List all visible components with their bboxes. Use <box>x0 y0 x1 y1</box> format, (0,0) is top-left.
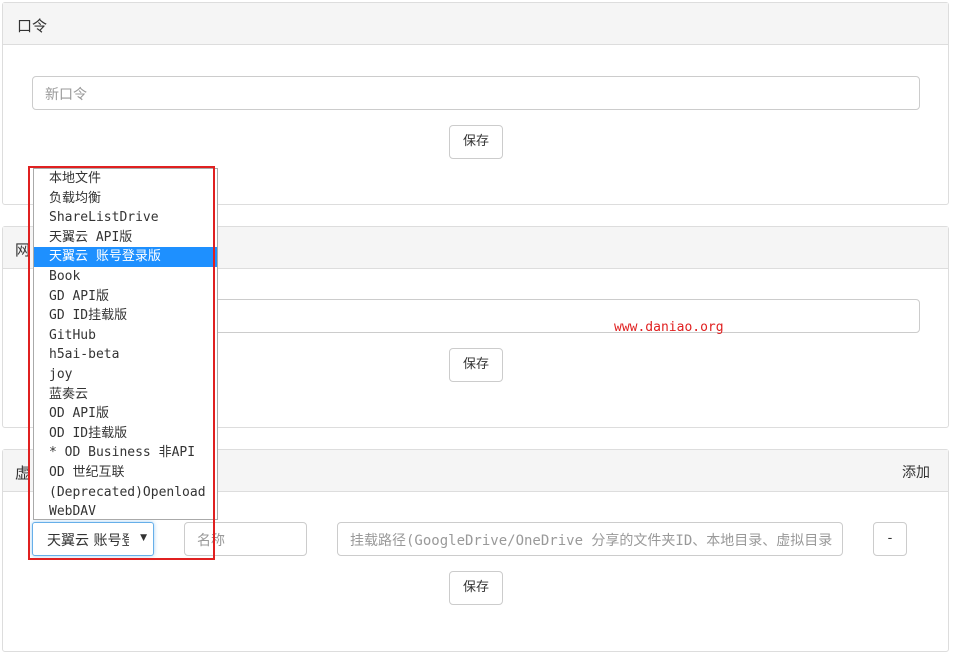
watermark-text: www.daniao.org <box>614 320 724 335</box>
drive-type-dropdown[interactable]: 本地文件 负载均衡 ShareListDrive 天翼云 API版 天翼云 账号登录版 B… <box>33 168 218 520</box>
new-password-input[interactable]: 新口令 <box>32 76 920 110</box>
second-save-button[interactable]: 保存 <box>449 348 503 382</box>
dropdown-option[interactable]: GD API版 <box>34 287 217 307</box>
second-panel-title: 网 <box>15 241 31 259</box>
dropdown-option[interactable]: * OD Business 非API <box>34 443 217 463</box>
virtual-panel-title: 虚 <box>15 464 31 482</box>
dropdown-option[interactable]: WebDAV <box>34 502 217 519</box>
dropdown-option[interactable]: 天翼云 账号登录版 <box>34 247 217 267</box>
password-panel-title: 口令 <box>17 17 48 35</box>
virtual-save-button[interactable]: 保存 <box>449 571 503 605</box>
second-panel-input[interactable] <box>200 299 920 333</box>
dropdown-option[interactable]: (Deprecated)Openload <box>34 483 217 503</box>
mount-path-input[interactable]: 挂载路径(GoogleDrive/OneDrive 分享的文件夹ID、本地目录、… <box>337 522 843 556</box>
dropdown-option[interactable]: OD ID挂载版 <box>34 424 217 444</box>
dropdown-option[interactable]: GD ID挂载版 <box>34 306 217 326</box>
password-panel-heading: 口令 <box>3 3 948 45</box>
caret-down-icon: ▼ <box>140 533 147 543</box>
password-save-button[interactable]: 保存 <box>449 125 503 159</box>
dropdown-option[interactable]: OD API版 <box>34 404 217 424</box>
dropdown-option[interactable]: joy <box>34 365 217 385</box>
dropdown-option[interactable]: 蓝奏云 <box>34 385 217 405</box>
drive-type-selected-value: 天翼云 账号登录版 <box>47 533 129 549</box>
dropdown-option[interactable]: OD 世纪互联 <box>34 463 217 483</box>
dropdown-option[interactable]: 本地文件 <box>34 169 217 189</box>
drive-type-select[interactable]: 天翼云 账号登录版 ▼ <box>32 522 154 556</box>
dropdown-option[interactable]: Book <box>34 267 217 287</box>
name-input[interactable]: 名称 <box>184 522 307 556</box>
add-button[interactable]: 添加 <box>902 462 930 482</box>
remove-row-button[interactable]: - <box>873 522 907 556</box>
dropdown-option[interactable]: h5ai-beta <box>34 345 217 365</box>
dropdown-option[interactable]: GitHub <box>34 326 217 346</box>
dropdown-option[interactable]: 负载均衡 <box>34 189 217 209</box>
dropdown-option[interactable]: ShareListDrive <box>34 208 217 228</box>
dropdown-option[interactable]: 天翼云 API版 <box>34 228 217 248</box>
